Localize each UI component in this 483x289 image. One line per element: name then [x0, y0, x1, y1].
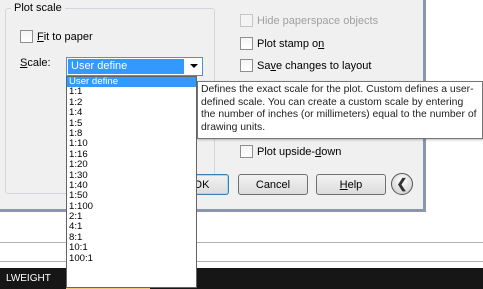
plot-scale-group-title: Plot scale: [11, 2, 65, 14]
save-changes-box[interactable]: [240, 59, 253, 72]
chevron-left-icon[interactable]: ❮: [391, 173, 413, 195]
scale-combobox-value: User define: [68, 59, 184, 74]
plot-upside-down-label: Plot upside-down: [257, 145, 342, 158]
scale-option[interactable]: 100:1: [67, 253, 196, 264]
plot-stamp-label: Plot stamp on: [257, 37, 325, 50]
scale-option[interactable]: 1:20: [67, 159, 196, 170]
plot-stamp-box[interactable]: [240, 37, 253, 50]
cancel-button[interactable]: Cancel: [238, 174, 308, 195]
help-button[interactable]: Help: [316, 174, 386, 195]
scale-tooltip: Defines the exact scale for the plot. Cu…: [197, 81, 483, 139]
hide-paperspace-checkbox[interactable]: Hide paperspace objects: [240, 14, 378, 27]
scale-combobox[interactable]: User define: [66, 57, 203, 76]
scale-option[interactable]: 1:100: [67, 201, 196, 212]
fit-to-paper-label: Fit to paper: [37, 30, 93, 43]
fit-to-paper-box[interactable]: [20, 30, 33, 43]
save-changes-label: Save changes to layout: [257, 59, 372, 72]
save-changes-checkbox[interactable]: Save changes to layout: [240, 59, 371, 72]
scale-option[interactable]: 1:1: [67, 86, 196, 97]
scale-option[interactable]: 1:2: [67, 97, 196, 108]
fit-to-paper-checkbox[interactable]: Fit to paper: [20, 30, 93, 43]
scale-option[interactable]: 1:4: [67, 107, 196, 118]
scale-dropdown-list[interactable]: User define 1:1 1:2 1:4 1:5 1:8 1:10 1:16 1:20 1:…: [66, 76, 197, 288]
plot-stamp-checkbox[interactable]: Plot stamp on: [240, 37, 324, 50]
lweight-toggle[interactable]: LWEIGHT: [6, 268, 51, 289]
scale-option[interactable]: User define: [67, 77, 196, 88]
scale-option[interactable]: 1:5: [67, 118, 196, 129]
plot-upside-down-box[interactable]: [240, 145, 253, 158]
hide-paperspace-box[interactable]: [240, 14, 253, 27]
scale-label: Scale:: [20, 57, 51, 69]
plot-upside-down-checkbox[interactable]: Plot upside-down: [240, 145, 341, 158]
chevron-down-icon[interactable]: [190, 64, 198, 68]
scale-option[interactable]: 4:1: [67, 222, 196, 233]
scale-option[interactable]: 2:1: [67, 211, 196, 222]
hide-paperspace-label: Hide paperspace objects: [257, 14, 379, 27]
